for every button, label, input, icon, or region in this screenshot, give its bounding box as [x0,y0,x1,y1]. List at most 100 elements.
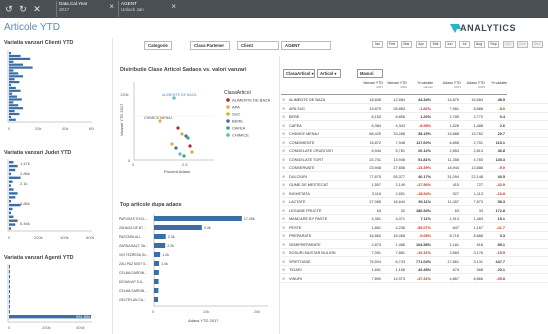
expand-icon[interactable]: ⊕ [282,224,287,232]
table-row[interactable]: ⊕ BERE 8,153 8,856 1.20% 2,785 2,772 0.4 [281,113,548,121]
cell-value: 1,113 [473,191,483,196]
month-mar[interactable]: Mar [401,41,412,48]
expand-icon[interactable]: ⊕ [282,122,287,130]
selection-back-icon[interactable]: ↺ [3,3,15,15]
table-row[interactable]: ⊕ ALIMENTE DE BAZA 18,848 12,584 44.34% 14,87… [281,96,548,104]
month-ian[interactable]: Ian [372,41,383,48]
expand-icon[interactable]: ⊕ [282,173,287,181]
cell-value: 4,071 [395,217,405,221]
bar [9,172,11,176]
tab-masuri[interactable]: Masuri [357,69,383,78]
column-header-label: % variatie [491,81,507,85]
month-aug[interactable]: Aug [473,41,485,48]
close-icon[interactable]: × [109,3,114,10]
table-row[interactable]: ⊕ DULCIURI 77,675 55,377 40.17% 31,094 22,148 4… [281,173,548,181]
table-row[interactable]: ⊕ SEMIPREPARATE 2,873 1,486 104.58% 1,181 618 8… [281,241,548,249]
bar [9,60,14,63]
expand-icon[interactable]: ⊕ [282,241,287,249]
month-nov[interactable]: Nov [517,41,528,48]
data-point [178,152,182,156]
table-row[interactable]: ⊕ CAFEA 6,384 4,343 -8.98% 1,528 1,488 2.6 [281,122,548,130]
filter-clasa-partener[interactable]: Clasa Partener [190,41,230,50]
tab-label: Articol [320,71,334,76]
expand-icon[interactable]: ⊕ [282,275,287,283]
table-row[interactable]: ⊕ LEGUME FRUCTE 63 32 186.54% 63 33 172.8 [281,207,548,215]
month-oct[interactable]: Oct [502,41,514,48]
cell-value: 186.54% [416,208,431,213]
bar [9,66,33,69]
table-row[interactable]: ⊕ APA SUC 19,879 28,883 -1.82% 7,981 8,688 -8.0 [281,105,548,113]
table-row[interactable]: ⊕ VINURI 7,890 14,973 -47.31% 4,867 8,866 -55.8 [281,275,548,283]
expand-icon[interactable]: ⊕ [282,105,287,113]
selection-chip-year[interactable]: Data.Cal.Year 2017 × [56,1,114,17]
expand-icon[interactable]: ⊕ [282,156,287,164]
clear-selections-icon[interactable]: ✕ [31,3,43,15]
expand-icon[interactable]: ⊕ [282,130,287,138]
tab-clasa-articol[interactable]: ClasaArticol ▾ [283,69,315,78]
month-dec[interactable]: Dec [531,41,543,48]
expand-icon[interactable]: ⊕ [282,198,287,206]
table-row[interactable]: ⊕ CONDIMENTE 16,872 7,948 117.60% 6,858 2,751 1… [281,139,548,147]
expand-icon[interactable]: ⊕ [282,113,287,121]
column-header[interactable]: Adaos YTD 2016 [461,81,485,95]
table-row[interactable]: ⊕ CONGELATE CRUDITATI 6,944 5,781 20.12% 2,85… [281,147,548,155]
table-row[interactable]: ⊕ SOSURI MUSTAR BULION 7,051 7,881 -10.31% 2,… [281,249,548,257]
month-mai[interactable]: Mai [430,41,441,48]
bar [9,63,23,66]
close-icon[interactable]: × [171,3,176,10]
table-row[interactable]: ⊕ MANCARE BY PASTE 4,361 4,071 7.11% 1,913 1,4… [281,215,548,223]
filter-client[interactable]: Client [237,41,279,50]
column-header[interactable]: % variatie [485,81,507,95]
top-toolbar: ↺ ↻ ✕ Data.Cal.Year 2017 × AGENT Unlock … [0,0,548,18]
bar [154,288,159,293]
expand-icon[interactable]: ⊕ [282,258,287,266]
selection-chip-agent[interactable]: AGENT Unlock Jan × [118,1,176,17]
month-sep[interactable]: Sep [488,41,499,48]
expand-icon[interactable]: ⊕ [282,215,287,223]
cell-value: 4,343 [395,123,405,128]
table-row[interactable]: ⊕ CONGELATE TORT 24,751 13,948 51.81% 11,358 4… [281,156,548,164]
filter-agent[interactable]: AGENT [281,41,331,50]
selection-forward-icon[interactable]: ↻ [17,3,29,15]
expand-icon[interactable]: ⊕ [282,139,287,147]
expand-icon[interactable]: ⊕ [282,207,287,215]
expand-icon[interactable]: ⊕ [282,147,287,155]
expand-icon[interactable]: ⊕ [282,96,287,104]
month-iun[interactable]: Iun [444,41,456,48]
expand-icon[interactable]: ⊕ [282,190,287,198]
column-header[interactable]: Adaos YTD 2017 [433,81,461,95]
category-label: GELTIPLAN CA... [119,298,146,302]
expand-icon[interactable]: ⊕ [282,164,287,172]
expand-icon[interactable]: ⊕ [282,232,287,240]
filter-categorie[interactable]: Categorie [144,41,172,50]
table-row[interactable]: ⊕ PESTE 1,861 4,236 -56.07% 847 1,167 -41.7 [281,224,548,232]
table-row[interactable]: ⊕ TIGARI 1,651 1,158 42.48% 674 568 20.1 [281,266,548,274]
expand-icon[interactable]: ⊕ [282,181,287,189]
month-apr[interactable]: Apr [415,41,427,48]
table-row[interactable]: ⊕ SPIRTOASE 76,504 6,743 771.04% 17,861 3,131 4… [281,258,548,266]
table-row[interactable]: ⊕ PREPARATE 16,860 16,068 -9.68% 8,715 8,688 0.… [281,232,548,240]
cell-value: 27,085 [369,200,381,204]
tick-label: 60k [89,126,94,131]
column-header[interactable] [281,81,359,95]
table-row[interactable]: ⊕ GUME DE MESTECAT 1,557 2,149 -27.56% 415 727… [281,181,548,189]
column-header[interactable]: Vanzari YTD 2016 [383,81,407,95]
legend-swatch [226,126,230,130]
expand-icon[interactable]: ⊕ [282,249,287,257]
cell-value: 14,870 [447,98,459,102]
month-feb[interactable]: Feb [386,41,398,48]
column-header[interactable]: Vanzari YTD 2017 [359,81,383,95]
cell-value: 7,948 [395,140,405,145]
bar [9,215,14,218]
month-iul[interactable]: Iul [459,41,470,48]
table-row[interactable]: ⊕ CHIMICE MENAJ 88,425 33,288 38.15% 15,888 13… [281,130,548,138]
cell-value: 76,504 [369,259,381,264]
column-header[interactable]: % variatie vanzari [407,81,433,95]
table-row[interactable]: ⊕ INGHETATA 3,116 2,651 -18.54% 927 1,113 -16.8 [281,190,548,198]
table-row[interactable]: ⊕ LACTATE 27,085 18,644 50.11% 11,457 7,873 58.… [281,198,548,206]
tick-label: 0 [8,235,11,240]
table-row[interactable]: ⊕ CONSERVATE 23,948 27,658 -13.39% 18,944 13,8… [281,164,548,172]
cell-value: 1,488 [473,123,483,128]
tab-articol[interactable]: Articol ▾ [317,69,341,78]
expand-icon[interactable]: ⊕ [282,266,287,274]
